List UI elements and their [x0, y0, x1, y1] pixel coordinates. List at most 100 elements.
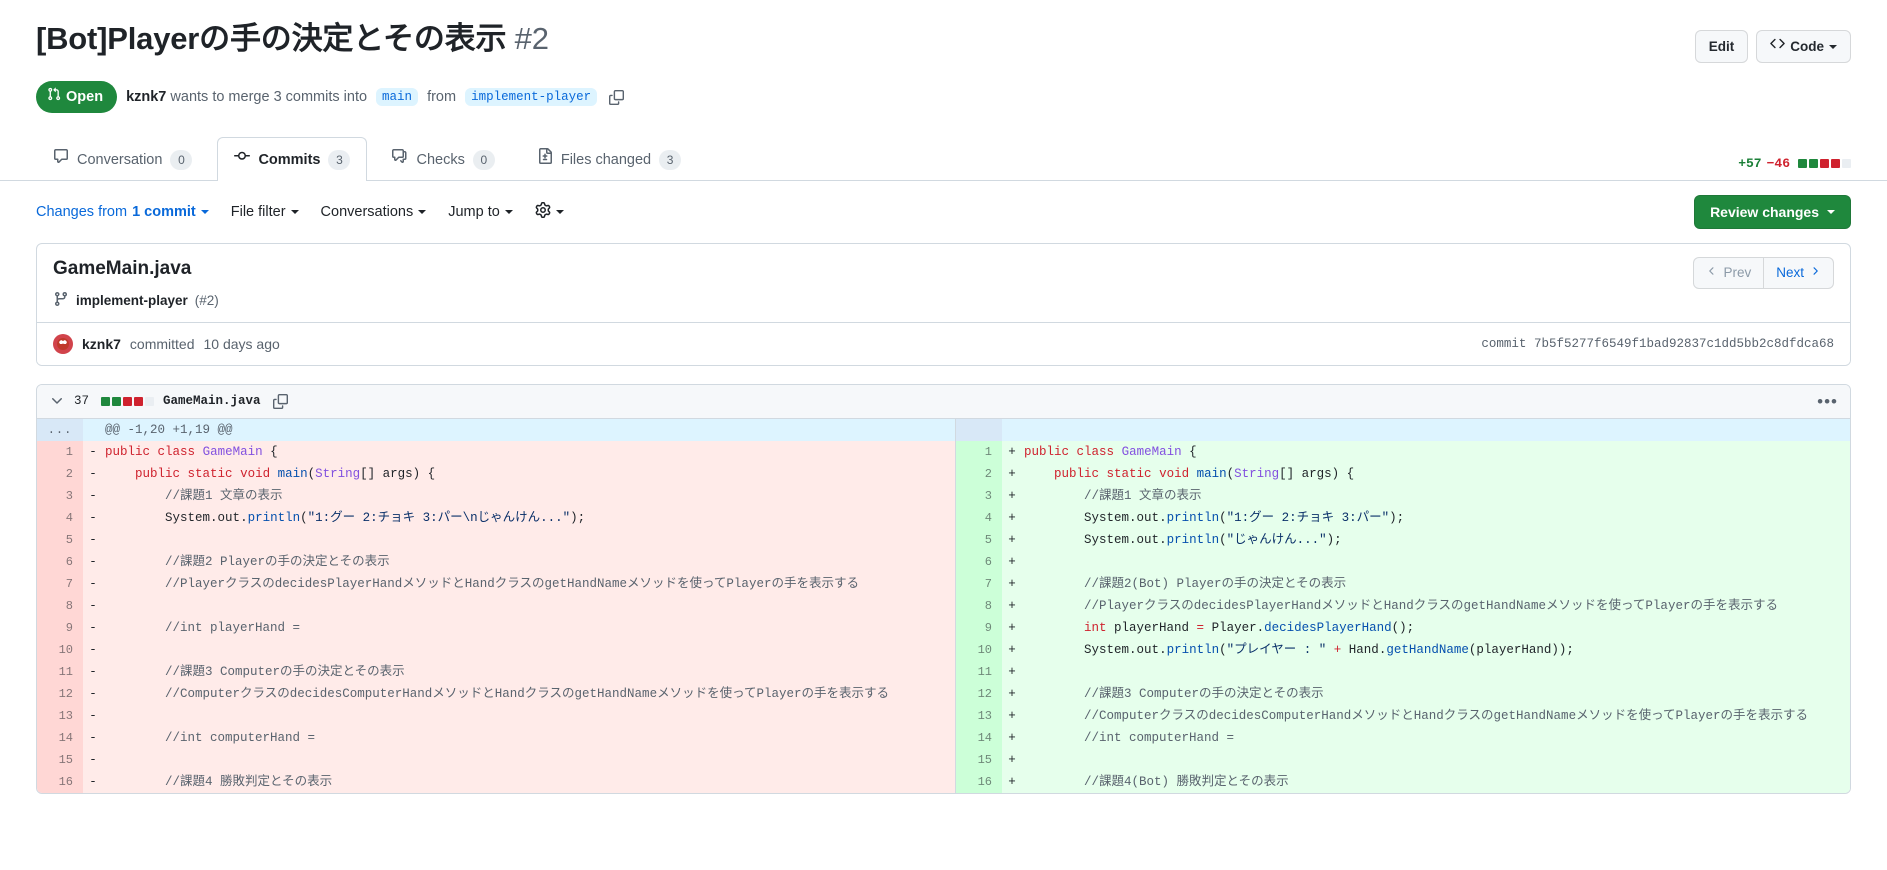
code-line-new[interactable]: System.out.println("プレイヤー : " + Hand.get…	[1022, 638, 1850, 661]
hunk-mark-right	[1002, 418, 1022, 441]
code-line-old[interactable]: //int computerHand =	[103, 726, 955, 749]
commit-author-name[interactable]: kznk7	[82, 336, 121, 352]
code-line-old[interactable]	[103, 704, 955, 727]
hunk-expand-button-right[interactable]	[956, 418, 1002, 441]
code-line-old[interactable]: public static void main(String[] args) {	[103, 462, 955, 485]
file-diff-filename[interactable]: GameMain.java	[163, 394, 261, 408]
line-number-old[interactable]: 2	[37, 462, 83, 485]
tab-conversation[interactable]: Conversation 0	[36, 137, 209, 181]
code-line-old[interactable]: //PlayerクラスのdecidesPlayerHandメソッドとHandクラ…	[103, 572, 955, 595]
line-number-old[interactable]: 9	[37, 616, 83, 639]
code-line-new[interactable]: //ComputerクラスのdecidesComputerHandメソッドとHa…	[1022, 704, 1850, 727]
line-number-old[interactable]: 13	[37, 704, 83, 727]
line-marker-old: -	[83, 638, 103, 661]
line-number-new[interactable]: 6	[956, 550, 1002, 573]
tab-checks[interactable]: Checks 0	[375, 137, 511, 181]
line-marker-old: -	[83, 550, 103, 573]
line-number-new[interactable]: 7	[956, 572, 1002, 595]
line-number-new[interactable]: 8	[956, 594, 1002, 617]
code-line-new[interactable]: public static void main(String[] args) {	[1022, 462, 1850, 485]
line-number-old[interactable]: 8	[37, 594, 83, 617]
line-number-new[interactable]: 12	[956, 682, 1002, 705]
code-line-new[interactable]	[1022, 748, 1850, 771]
branch-name[interactable]: implement-player	[76, 293, 188, 308]
prev-commit-button[interactable]: Prev	[1693, 257, 1764, 289]
base-branch-chip[interactable]: main	[376, 88, 419, 106]
line-number-old[interactable]: 10	[37, 638, 83, 661]
chevron-down-icon[interactable]	[49, 393, 65, 409]
line-number-old[interactable]: 16	[37, 770, 83, 793]
gear-icon	[535, 202, 551, 222]
copy-path-icon[interactable]	[272, 393, 288, 409]
head-branch-chip[interactable]: implement-player	[465, 88, 598, 106]
line-number-old[interactable]: 4	[37, 506, 83, 529]
line-number-new[interactable]: 11	[956, 660, 1002, 683]
review-changes-button[interactable]: Review changes	[1694, 195, 1851, 229]
line-number-new[interactable]: 5	[956, 528, 1002, 551]
code-line-old[interactable]: System.out.println("1:グー 2:チョキ 3:パー\nじゃん…	[103, 506, 955, 529]
code-line-new[interactable]: System.out.println("1:グー 2:チョキ 3:パー");	[1022, 506, 1850, 529]
tab-files-changed[interactable]: Files changed 3	[520, 137, 698, 181]
code-line-old[interactable]: //課題4 勝敗判定とその表示	[103, 770, 955, 793]
line-number-old[interactable]: 3	[37, 484, 83, 507]
code-line-old[interactable]: //課題1 文章の表示	[103, 484, 955, 507]
conversations-dropdown[interactable]: Conversations	[321, 204, 427, 220]
branch-pr-ref[interactable]: (#2)	[195, 293, 219, 308]
code-line-new[interactable]: //課題1 文章の表示	[1022, 484, 1850, 507]
line-number-new[interactable]: 3	[956, 484, 1002, 507]
code-line-old[interactable]	[103, 638, 955, 661]
diff-settings-dropdown[interactable]	[535, 202, 564, 222]
line-number-new[interactable]: 10	[956, 638, 1002, 661]
edit-button[interactable]: Edit	[1694, 30, 1749, 63]
code-line-new[interactable]: System.out.println("じゃんけん...");	[1022, 528, 1850, 551]
file-filter-dropdown[interactable]: File filter	[231, 204, 299, 220]
line-number-old[interactable]: 12	[37, 682, 83, 705]
line-number-new[interactable]: 15	[956, 748, 1002, 771]
copy-branch-icon[interactable]	[609, 89, 625, 105]
jump-to-dropdown[interactable]: Jump to	[448, 204, 513, 220]
next-commit-button[interactable]: Next	[1763, 257, 1834, 289]
code-line-old[interactable]: //課題2 Playerの手の決定とその表示	[103, 550, 955, 573]
code-line-new[interactable]	[1022, 660, 1850, 683]
line-number-old[interactable]: 11	[37, 660, 83, 683]
avatar[interactable]	[53, 333, 73, 354]
line-number-old[interactable]: 7	[37, 572, 83, 595]
code-line-new[interactable]: //課題4(Bot) 勝敗判定とその表示	[1022, 770, 1850, 793]
code-line-old[interactable]: //ComputerクラスのdecidesComputerHandメソッドとHa…	[103, 682, 955, 705]
tab-commits[interactable]: Commits 3	[217, 137, 368, 181]
hunk-expand-button[interactable]: ...	[37, 418, 83, 441]
code-button[interactable]: Code	[1756, 30, 1851, 63]
commit-sha-wrapper[interactable]: commit 7b5f5277f6549f1bad92837c1dd5bb2c8…	[1481, 337, 1834, 351]
line-number-old[interactable]: 15	[37, 748, 83, 771]
chevron-down-icon	[290, 210, 299, 214]
line-number-new[interactable]: 4	[956, 506, 1002, 529]
code-line-new[interactable]: //PlayerクラスのdecidesPlayerHandメソッドとHandクラ…	[1022, 594, 1850, 617]
changes-from-commit-filter[interactable]: Changes from 1 commit	[36, 204, 209, 220]
kebab-icon[interactable]: •••	[1817, 393, 1838, 410]
line-number-new[interactable]: 14	[956, 726, 1002, 749]
code-line-old[interactable]	[103, 594, 955, 617]
line-number-old[interactable]: 6	[37, 550, 83, 573]
line-number-new[interactable]: 13	[956, 704, 1002, 727]
code-line-old[interactable]	[103, 748, 955, 771]
code-line-new[interactable]: //課題2(Bot) Playerの手の決定とその表示	[1022, 572, 1850, 595]
diff-row: 7 - //PlayerクラスのdecidesPlayerHandメソッドとHa…	[37, 572, 1850, 595]
code-line-new[interactable]: public class GameMain {	[1022, 440, 1850, 463]
code-line-old[interactable]	[103, 528, 955, 551]
code-line-new[interactable]: //課題3 Computerの手の決定とその表示	[1022, 682, 1850, 705]
line-number-new[interactable]: 1	[956, 440, 1002, 463]
line-number-old[interactable]: 1	[37, 440, 83, 463]
commit-icon	[234, 148, 251, 171]
line-number-old[interactable]: 14	[37, 726, 83, 749]
line-number-new[interactable]: 9	[956, 616, 1002, 639]
line-number-old[interactable]: 5	[37, 528, 83, 551]
code-line-new[interactable]	[1022, 550, 1850, 573]
code-line-new[interactable]: int playerHand = Player.decidesPlayerHan…	[1022, 616, 1850, 639]
code-line-old[interactable]: public class GameMain {	[103, 440, 955, 463]
line-number-new[interactable]: 16	[956, 770, 1002, 793]
code-line-old[interactable]: //課題3 Computerの手の決定とその表示	[103, 660, 955, 683]
code-line-old[interactable]: //int playerHand =	[103, 616, 955, 639]
code-line-new[interactable]: //int computerHand =	[1022, 726, 1850, 749]
line-marker-new: +	[1002, 770, 1022, 793]
line-number-new[interactable]: 2	[956, 462, 1002, 485]
